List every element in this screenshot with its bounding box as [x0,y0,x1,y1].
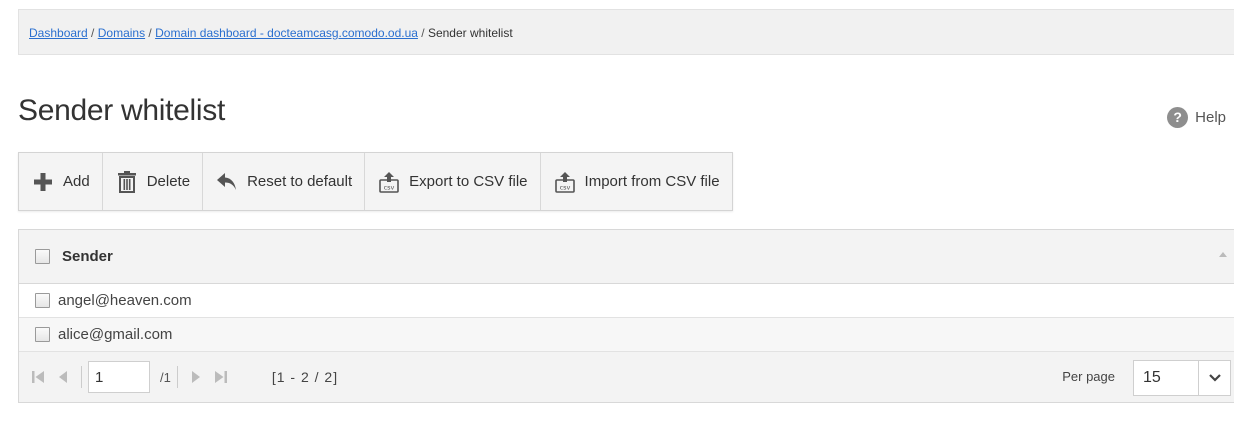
csv-export-icon: csv [377,170,401,194]
import-csv-button[interactable]: csv Import from CSV file [541,153,732,210]
reset-label: Reset to default [247,173,353,190]
question-icon: ? [1167,106,1189,128]
breadcrumb: Dashboard / Domains / Domain dashboard -… [18,9,1234,55]
pager: /1 [1 - 2 / 2] Per page 15 [19,352,1234,402]
sort-ascending-icon[interactable] [1219,252,1227,257]
help-label: Help [1195,108,1226,126]
svg-text:csv: csv [384,183,395,191]
first-page-icon[interactable] [29,367,49,387]
breadcrumb-domains-link[interactable]: Domains [98,26,145,40]
svg-text:csv: csv [559,183,570,191]
grid-header: Sender [19,230,1234,284]
per-page-label: Per page [1062,369,1115,384]
row-checkbox[interactable] [35,293,50,308]
column-header-sender[interactable]: Sender [62,248,113,265]
help-link[interactable]: ? Help [1167,106,1226,128]
page-title: Sender whitelist [18,94,225,127]
breadcrumb-separator: / [145,26,156,40]
import-label: Import from CSV file [584,173,720,190]
select-all-checkbox[interactable] [35,249,50,264]
chevron-down-icon [1198,361,1230,395]
add-label: Add [63,173,90,190]
breadcrumb-domain-dashboard-link[interactable]: Domain dashboard - docteamcasg.comodo.od… [155,26,418,40]
undo-arrow-icon [215,170,239,194]
page-total: /1 [160,369,171,385]
table-row[interactable]: angel@heaven.com [19,284,1234,318]
breadcrumb-separator: / [417,26,428,40]
pager-divider [81,366,82,388]
previous-page-icon[interactable] [53,367,73,387]
add-button[interactable]: Add [19,153,103,210]
pager-divider [176,366,178,388]
sender-cell: angel@heaven.com [58,292,192,309]
page-number-input[interactable] [88,361,150,393]
sender-cell: alice@gmail.com [58,326,173,343]
export-label: Export to CSV file [409,173,528,190]
delete-button[interactable]: Delete [103,153,204,210]
csv-import-icon: csv [553,170,577,194]
last-page-icon[interactable] [210,367,230,387]
breadcrumb-separator: / [87,26,98,40]
plus-icon [31,170,55,194]
trash-icon [115,170,139,194]
per-page-select[interactable]: 15 [1133,360,1231,396]
reset-to-default-button[interactable]: Reset to default [203,153,366,210]
sender-grid: Sender angel@heaven.com alice@gmail.com … [18,229,1234,403]
delete-label: Delete [146,173,191,190]
table-row[interactable]: alice@gmail.com [19,318,1234,352]
per-page-value: 15 [1143,369,1161,386]
breadcrumb-current: Sender whitelist [427,26,513,40]
export-csv-button[interactable]: csv Export to CSV file [365,153,541,210]
breadcrumb-dashboard-link[interactable]: Dashboard [29,26,88,40]
toolbar: Add Delete Reset to default csv Export t… [18,152,733,211]
record-range: [1 - 2 / 2] [271,369,339,385]
row-checkbox[interactable] [35,327,50,342]
next-page-icon[interactable] [186,367,206,387]
